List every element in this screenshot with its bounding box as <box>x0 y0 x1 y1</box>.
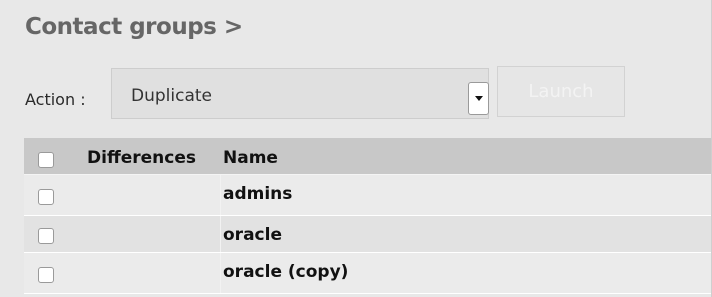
differences-cell <box>83 216 221 252</box>
row-checkbox[interactable] <box>38 189 54 205</box>
action-select-value: Duplicate <box>131 86 212 106</box>
dropdown-arrow-button[interactable] <box>468 82 489 115</box>
table-row: oracle (copy) <box>24 253 711 294</box>
action-select[interactable]: Duplicate <box>111 68 489 119</box>
column-header-differences[interactable]: Differences <box>87 148 196 168</box>
table-row: oracle <box>24 216 711 253</box>
contact-groups-panel: Contact groups > Action : Duplicate Laun… <box>0 0 712 297</box>
differences-cell <box>83 175 221 215</box>
select-all-checkbox[interactable] <box>38 152 54 168</box>
row-checkbox[interactable] <box>38 267 54 283</box>
launch-button[interactable]: Launch <box>497 66 625 117</box>
chevron-down-icon <box>475 96 483 101</box>
page-title[interactable]: Contact groups > <box>25 14 243 40</box>
action-label: Action : <box>25 90 86 109</box>
table-row: admins <box>24 175 711 216</box>
row-checkbox[interactable] <box>38 228 54 244</box>
column-header-name[interactable]: Name <box>223 148 278 168</box>
differences-cell <box>83 253 221 293</box>
group-name-link[interactable]: admins <box>223 184 292 204</box>
table-header-row: Differences Name <box>24 138 711 175</box>
group-name-link[interactable]: oracle <box>223 225 282 245</box>
group-name-link[interactable]: oracle (copy) <box>223 262 348 282</box>
contact-groups-table: Differences Name admins oracle oracle (c… <box>24 138 711 294</box>
